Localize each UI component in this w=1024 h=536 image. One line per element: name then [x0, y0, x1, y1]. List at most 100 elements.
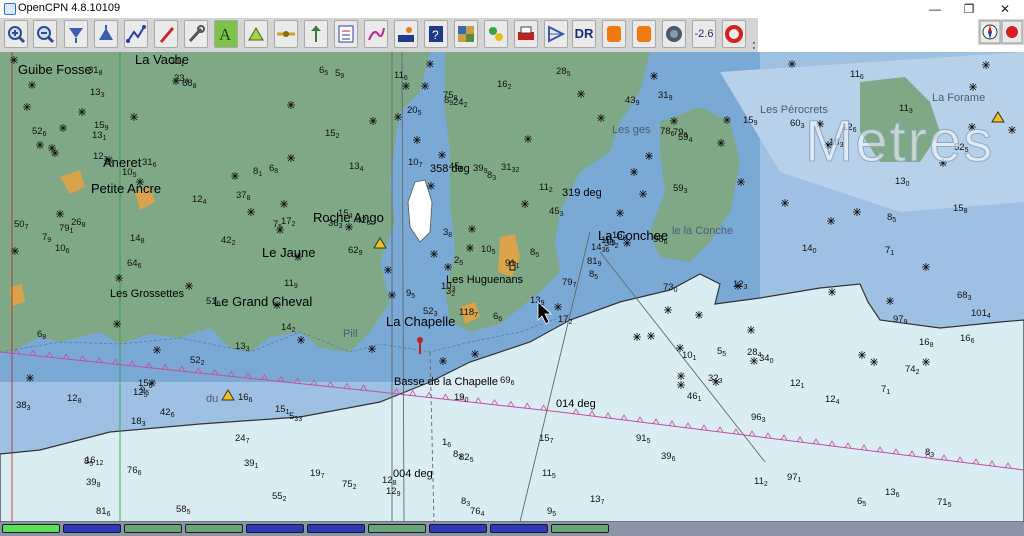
main-toolbar: A ? DR -2.6: [0, 18, 758, 64]
rock-mark: [647, 332, 655, 340]
rock-mark: [468, 225, 476, 233]
current-icon: [277, 31, 295, 37]
rock-mark: [827, 217, 835, 225]
rock-mark: [11, 247, 19, 255]
help-button[interactable]: ?: [424, 20, 448, 48]
chart-canvas[interactable]: 66 105 32 1612 1436 533 319 3132 798 797 688 715 646…: [0, 52, 1024, 522]
rock-mark: [23, 103, 31, 111]
rock-mark: [444, 263, 452, 271]
rock-mark: [597, 114, 605, 122]
rock-mark: [276, 226, 284, 234]
rock-mark: [737, 178, 745, 186]
scale-out-button[interactable]: [94, 20, 118, 48]
place-name: Les Grossettes: [110, 288, 184, 300]
dr-button[interactable]: DR: [572, 20, 596, 48]
rock-mark: [466, 244, 474, 252]
rock-mark: [969, 83, 977, 91]
rock-mark: [645, 152, 653, 160]
rock-mark: [828, 288, 836, 296]
rock-mark: [677, 372, 685, 380]
route-button[interactable]: [124, 20, 148, 48]
bearing-label: 004 deg: [393, 468, 433, 480]
chart-bar-segment[interactable]: [124, 524, 182, 533]
options-button[interactable]: [184, 20, 208, 48]
tide-button[interactable]: [304, 20, 328, 48]
route-manager-icon: [338, 25, 354, 43]
rock-mark: [394, 113, 402, 121]
rock-mark: [430, 250, 438, 258]
chart-bar-segment[interactable]: [185, 524, 243, 533]
track-button[interactable]: [364, 20, 388, 48]
rock-mark: [421, 82, 429, 90]
chart-bar-segment[interactable]: [368, 524, 426, 533]
chart-bar-segment[interactable]: [2, 524, 60, 533]
rock-mark: [297, 336, 305, 344]
rock-mark: [676, 344, 684, 352]
rock-mark: [247, 208, 255, 216]
chart-quilt-button[interactable]: [454, 20, 478, 48]
compass-icon[interactable]: [978, 19, 1024, 45]
route-manager-button[interactable]: [334, 20, 358, 48]
rock-mark: [982, 61, 990, 69]
zoom-in-button[interactable]: [4, 20, 28, 48]
chart-bar-segment[interactable]: [63, 524, 121, 533]
rock-mark: [438, 151, 446, 159]
track-icon: [368, 27, 385, 41]
place-name: Le Grand Cheval: [214, 294, 313, 309]
mob-button[interactable]: [722, 20, 746, 48]
ais-button[interactable]: [484, 20, 508, 48]
auto-follow-button[interactable]: [154, 20, 178, 48]
rock-mark: [185, 282, 193, 290]
place-name: La Vache: [135, 52, 189, 67]
restore-button[interactable]: ❐: [952, 0, 986, 18]
chart-bar-segment[interactable]: [246, 524, 304, 533]
route-icon: [126, 25, 146, 43]
plugin-orange-1-button[interactable]: [602, 20, 626, 48]
chart-bar-segment[interactable]: [429, 524, 487, 533]
scale-out-icon: [99, 25, 113, 40]
rock-mark: [922, 263, 930, 271]
rock-mark: [426, 60, 434, 68]
rock-mark: [723, 116, 731, 124]
rock-mark: [750, 357, 758, 365]
chart-bar-segment[interactable]: [551, 524, 609, 533]
rock-mark: [471, 350, 479, 358]
rock-mark: [1008, 126, 1016, 134]
place-name: Les Pérocrets: [760, 104, 828, 116]
rock-mark: [747, 326, 755, 334]
ais-status-button[interactable]: -2.6: [692, 20, 716, 48]
plugin-icon: [607, 26, 621, 42]
scale-in-icon: [69, 28, 83, 43]
rock-mark: [384, 266, 392, 274]
title-bar: OpenCPN 4.8.10109 — ❐ ✕: [0, 0, 1024, 18]
place-name: Roche Ango: [313, 210, 384, 225]
rock-mark: [78, 108, 86, 116]
rock-mark: [439, 357, 447, 365]
rock-mark: [650, 72, 658, 80]
chart-bar-segment[interactable]: [307, 524, 365, 533]
plugin-orange-2-button[interactable]: [632, 20, 656, 48]
color-scheme-button[interactable]: [394, 20, 418, 48]
rock-mark: [280, 200, 288, 208]
text-icon: A: [219, 25, 232, 44]
text-toggle-button[interactable]: A: [214, 20, 238, 48]
app-icon: [4, 3, 16, 15]
zoom-out-button[interactable]: [33, 20, 57, 48]
rock-mark: [781, 199, 789, 207]
mob-track-button[interactable]: [544, 20, 568, 48]
place-name: Pill: [343, 328, 358, 340]
place-name: Les ges: [612, 124, 651, 136]
rock-mark: [59, 124, 67, 132]
rock-mark: [554, 303, 562, 311]
close-button[interactable]: ✕: [988, 0, 1022, 18]
current-button[interactable]: [274, 20, 298, 48]
place-name: le la Conche: [672, 225, 734, 237]
scale-in-button[interactable]: [64, 20, 88, 48]
chart-bar-segment[interactable]: [490, 524, 548, 533]
place-name: La Chapelle: [386, 314, 456, 329]
rock-mark: [630, 168, 638, 176]
minimize-button[interactable]: —: [918, 0, 952, 18]
print-button[interactable]: [514, 20, 538, 48]
depth-toggle-button[interactable]: [244, 20, 268, 48]
radar-button[interactable]: [662, 20, 686, 48]
